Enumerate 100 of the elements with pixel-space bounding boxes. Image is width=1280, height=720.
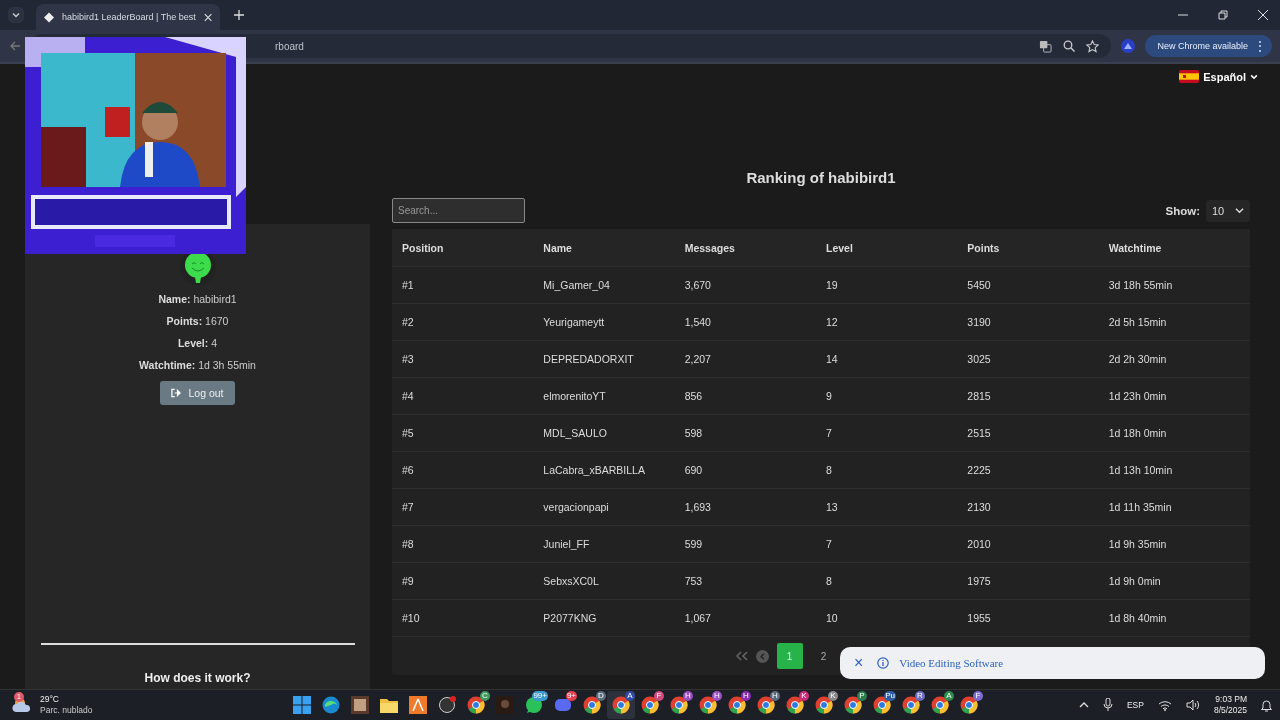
- browser-icon: [960, 696, 978, 714]
- clock[interactable]: 9:03 PM 8/5/2025: [1213, 694, 1247, 716]
- zoom-icon[interactable]: [1063, 40, 1076, 52]
- wifi-icon[interactable]: [1157, 699, 1172, 711]
- taskbar-app[interactable]: H: [723, 691, 751, 719]
- browser-icon: [583, 696, 601, 714]
- app-badge: D: [596, 691, 606, 701]
- taskbar-app[interactable]: F: [636, 691, 664, 719]
- table-cell: #4: [402, 390, 414, 402]
- taskbar-app[interactable]: Pu: [868, 691, 896, 719]
- browser-icon: [873, 696, 891, 714]
- app-badge: H: [683, 691, 693, 701]
- app-icon: [351, 696, 369, 714]
- ranking-title: Ranking of habibird1: [745, 169, 897, 186]
- table-cell: 2010: [967, 538, 991, 550]
- profile-field: Points: 1670: [166, 315, 229, 327]
- table-cell: 8: [826, 575, 832, 587]
- app-badge: F: [973, 691, 983, 701]
- update-button[interactable]: New Chrome available ⋮: [1145, 35, 1272, 57]
- close-button[interactable]: ×: [850, 655, 868, 671]
- page-size-select[interactable]: 10: [1206, 199, 1250, 222]
- app-badge: C: [480, 691, 490, 701]
- table-cell: 2815: [967, 390, 991, 402]
- taskbar-app[interactable]: A: [926, 691, 954, 719]
- star-icon[interactable]: [1086, 39, 1100, 53]
- taskbar-app[interactable]: K: [810, 691, 838, 719]
- app-badge: R: [915, 691, 925, 701]
- flag-icon: [1179, 70, 1200, 83]
- taskbar-app[interactable]: H: [752, 691, 780, 719]
- chevron-down-icon: [1250, 72, 1258, 81]
- table-cell: elmorenitoYT: [543, 390, 606, 402]
- chevron-up-icon[interactable]: [1078, 700, 1089, 710]
- table-cell: 9: [826, 390, 832, 402]
- table-cell: 2225: [967, 464, 991, 476]
- temperature: 29°C: [40, 694, 60, 705]
- browser-icon: [844, 696, 862, 714]
- table-cell: MDL_SAULO: [543, 427, 607, 439]
- taskbar-app[interactable]: F: [955, 691, 983, 719]
- table-cell: 5450: [967, 279, 991, 291]
- table-cell: 2130: [967, 501, 991, 513]
- close-icon[interactable]: [203, 12, 212, 22]
- table-cell: 1,067: [684, 612, 711, 624]
- tab-list-button[interactable]: [8, 7, 24, 23]
- volume-icon[interactable]: [1185, 699, 1200, 711]
- browser-icon: [728, 696, 746, 714]
- table-cell: 690: [684, 464, 703, 476]
- taskbar-app[interactable]: R: [897, 691, 925, 719]
- column-header: Messages: [684, 241, 735, 254]
- chat-icon: [554, 696, 572, 714]
- table-cell: 7: [826, 538, 832, 550]
- taskbar-app[interactable]: H: [694, 691, 722, 719]
- new-tab-icon[interactable]: [234, 10, 244, 20]
- column-header: Name: [543, 241, 572, 254]
- taskbar-app[interactable]: H: [665, 691, 693, 719]
- browser-icon: [322, 696, 340, 714]
- table-cell: 599: [684, 538, 703, 550]
- close-icon[interactable]: [1258, 10, 1268, 20]
- page-button[interactable]: 2: [810, 643, 837, 669]
- translate-icon[interactable]: [1039, 39, 1053, 53]
- language-indicator[interactable]: ESP: [1126, 700, 1144, 710]
- app-badge: H: [741, 691, 751, 701]
- taskbar-app[interactable]: 99+: [520, 691, 548, 719]
- browser-icon: [699, 696, 717, 714]
- table-cell: 1d 9h 35min: [1108, 538, 1167, 550]
- taskbar-app[interactable]: K: [781, 691, 809, 719]
- taskbar-app[interactable]: C: [462, 691, 490, 719]
- logout-button[interactable]: Log out: [160, 381, 235, 405]
- site-icon: [44, 11, 55, 23]
- back-icon[interactable]: [10, 41, 20, 51]
- chevron-down-icon: [11, 10, 21, 20]
- taskbar-app[interactable]: A: [607, 691, 635, 719]
- table-cell: 1d 8h 40min: [1108, 612, 1167, 624]
- browser-tab[interactable]: habibird1 LeaderBoard | The best: [36, 4, 220, 30]
- app-badge: K: [799, 691, 809, 701]
- profile-icon[interactable]: [1121, 39, 1136, 53]
- app-badge: H: [712, 691, 722, 701]
- table-cell: 753: [684, 575, 703, 587]
- taskbar-app[interactable]: D: [578, 691, 606, 719]
- bell-icon[interactable]: [1261, 698, 1272, 712]
- table-cell: 14: [826, 353, 838, 365]
- taskbar-app[interactable]: P: [839, 691, 867, 719]
- first-page-icon[interactable]: [735, 651, 748, 661]
- language-selector[interactable]: Español: [1179, 70, 1258, 83]
- table-cell: 13: [826, 501, 838, 513]
- table-cell: #7: [402, 501, 414, 513]
- app-icon: [496, 696, 514, 714]
- weather-text: Parc. nublado: [40, 705, 93, 716]
- notification-text: Video Editing Software: [899, 657, 1004, 669]
- table-cell: 856: [684, 390, 703, 402]
- table-cell: 8: [826, 464, 832, 476]
- browser-icon: [902, 696, 920, 714]
- table-cell: 1975: [967, 575, 991, 587]
- search-field[interactable]: Search...: [392, 198, 525, 223]
- profile-field: Level: 4: [177, 337, 218, 349]
- table-cell: 3025: [967, 353, 991, 365]
- microphone-icon[interactable]: [1102, 698, 1113, 712]
- taskbar-app[interactable]: 9+: [549, 691, 577, 719]
- restore-icon[interactable]: [1218, 10, 1228, 20]
- table-cell: Yeurigameytt: [543, 316, 605, 328]
- table-cell: 2d 2h 30min: [1108, 353, 1167, 365]
